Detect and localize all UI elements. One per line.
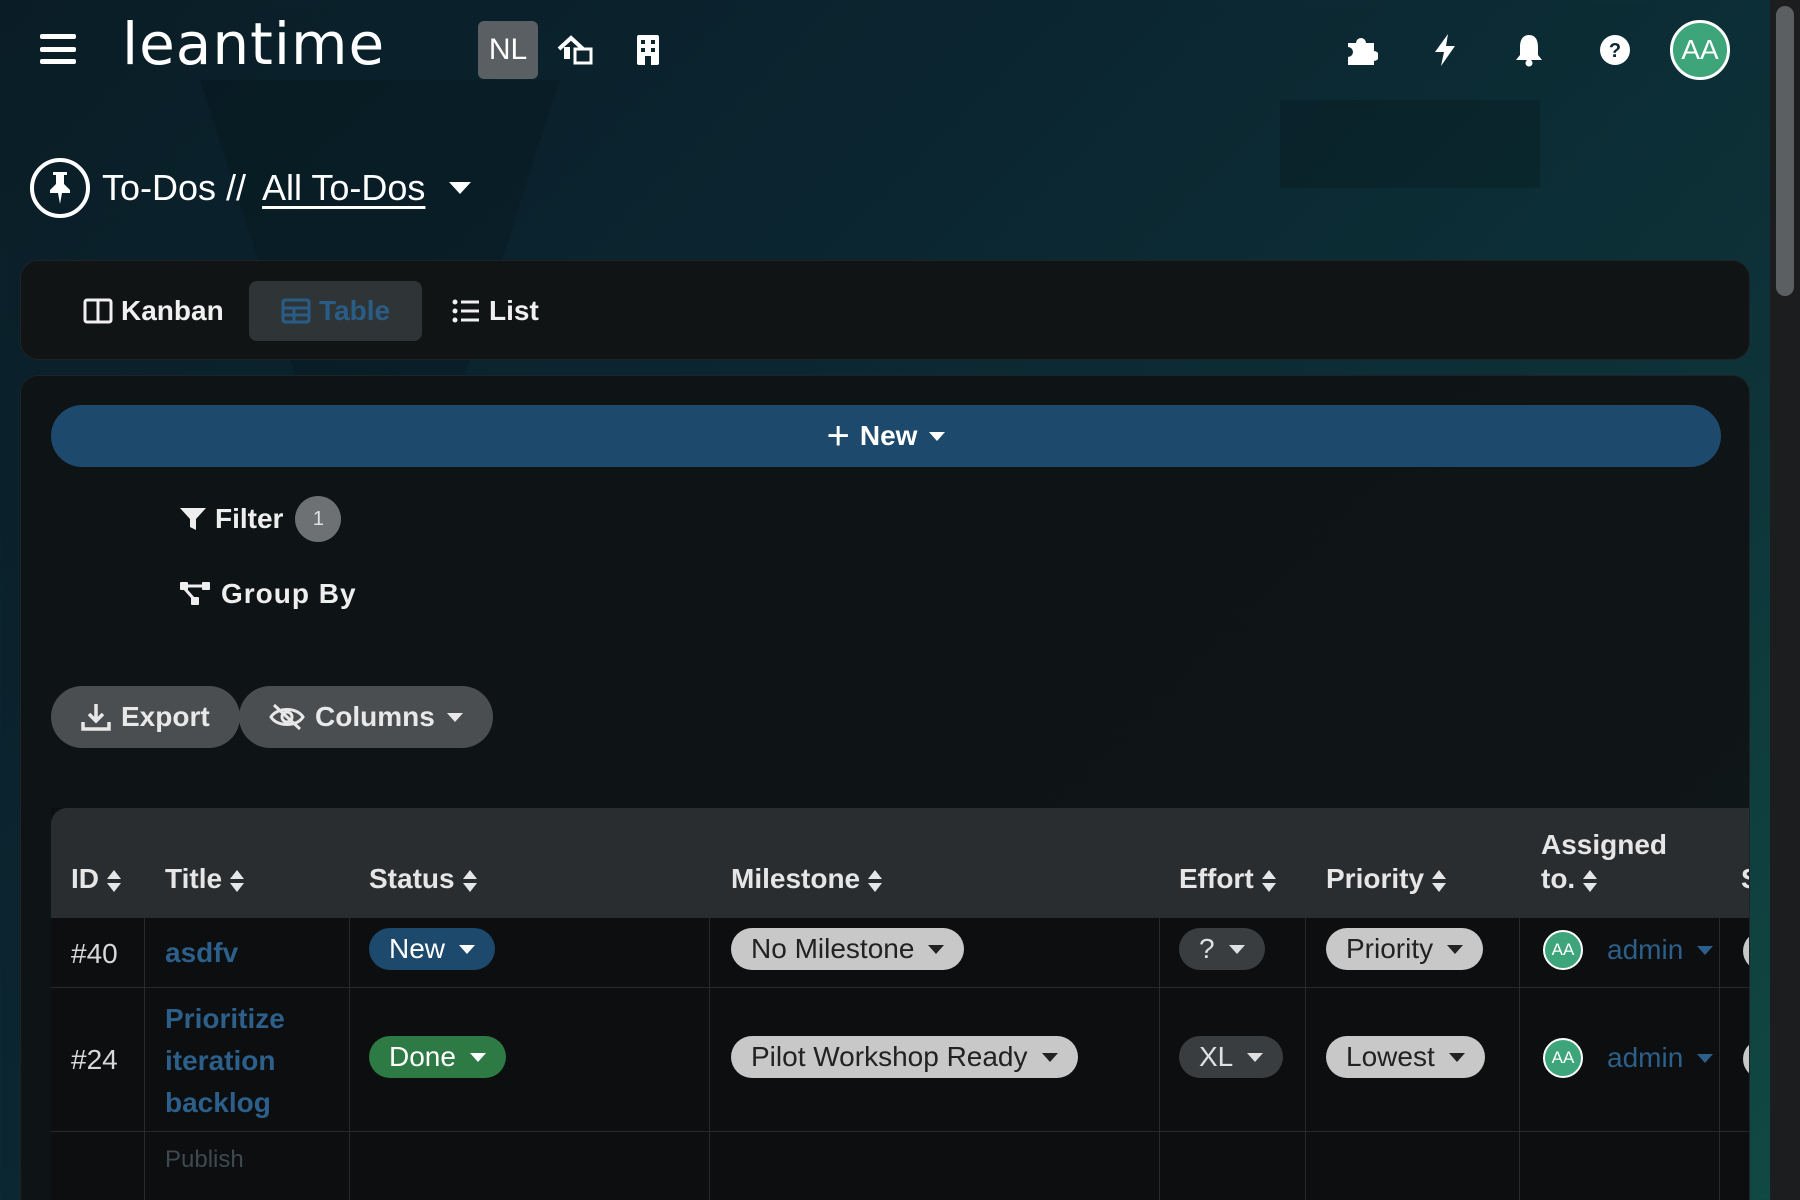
milestone-dropdown[interactable]: Pilot Workshop Ready [731, 1036, 1078, 1078]
columns-label: Columns [315, 701, 435, 732]
table-icon [281, 298, 311, 324]
tab-table[interactable]: Table [249, 281, 423, 341]
table-row: #40 asdfv New No Milestone ? Priority AA… [51, 918, 1749, 988]
tab-kanban[interactable]: Kanban [51, 281, 256, 341]
group-by-button[interactable]: Group By [179, 572, 357, 616]
new-todo-button[interactable]: + New [51, 405, 1721, 467]
group-by-label: Group By [221, 578, 357, 609]
priority-dropdown[interactable]: Priority [1326, 928, 1484, 970]
assignee-dropdown[interactable]: AA admin [1543, 1038, 1714, 1078]
todos-table: ID Title Status Milestone Effort Priorit… [51, 808, 1749, 1200]
breadcrumb-section: To-Dos // [102, 167, 247, 208]
columns-button[interactable]: Columns [239, 686, 493, 748]
filter-count-badge: 1 [295, 496, 342, 542]
table-header: ID Title Status Milestone Effort Priorit… [51, 808, 1749, 918]
tab-label: Table [319, 295, 391, 326]
chevron-down-icon [1448, 1052, 1465, 1062]
eye-slash-icon [269, 703, 305, 731]
effort-dropdown[interactable]: XL [1179, 1036, 1284, 1078]
chevron-down-icon [469, 1052, 486, 1062]
column-header-milestone[interactable]: Milestone [731, 862, 883, 896]
chevron-down-icon [1697, 945, 1714, 955]
next-column-chip[interactable] [1743, 1039, 1749, 1079]
milestone-dropdown[interactable]: No Milestone [731, 928, 965, 970]
export-button[interactable]: Export [51, 686, 240, 748]
column-header-effort[interactable]: Effort [1179, 862, 1276, 896]
sort-icon [1261, 869, 1276, 892]
todos-panel: + New Filter 1 Group By Export Columns I… [20, 375, 1750, 1200]
tab-label: List [489, 295, 539, 326]
filter-button[interactable]: Filter 1 [179, 494, 342, 544]
chevron-down-icon [1697, 1053, 1714, 1063]
column-header-assigned[interactable]: Assigned to. [1541, 828, 1667, 896]
project-switcher-button[interactable]: NL [478, 21, 538, 79]
list-icon [452, 299, 479, 323]
avatar: AA [1543, 1038, 1583, 1078]
page-scrollbar[interactable] [1770, 0, 1800, 1200]
chevron-down-icon [929, 431, 946, 441]
new-label: New [859, 420, 918, 451]
chevron-down-icon [459, 944, 476, 954]
column-header-title[interactable]: Title [165, 862, 245, 896]
filter-icon [180, 508, 206, 530]
sort-icon [462, 869, 477, 892]
sort-icon [868, 869, 883, 892]
kanban-icon [83, 298, 113, 324]
tab-list[interactable]: List [419, 281, 571, 341]
sort-icon [1432, 869, 1447, 892]
table-row: Publish [51, 1132, 1749, 1200]
puzzle-icon[interactable] [1341, 30, 1381, 70]
bolt-icon[interactable] [1425, 30, 1465, 70]
row-title-link[interactable]: asdfv [165, 932, 238, 974]
column-header-next[interactable]: S [1741, 862, 1749, 896]
column-header-id[interactable]: ID [71, 862, 121, 896]
plus-icon: + [826, 414, 850, 458]
next-column-chip[interactable] [1743, 931, 1749, 971]
user-avatar[interactable]: AA [1670, 20, 1730, 80]
sort-icon [1583, 869, 1598, 892]
download-icon [81, 704, 111, 731]
sort-icon [230, 869, 245, 892]
chevron-down-icon[interactable] [449, 182, 472, 194]
status-dropdown[interactable]: Done [369, 1036, 506, 1078]
svg-text:?: ? [1609, 40, 1621, 62]
home-swap-icon[interactable] [555, 30, 595, 70]
bell-icon[interactable] [1509, 30, 1549, 70]
table-row: #24 Prioritize iteration backlog Done Pi… [51, 988, 1749, 1132]
filter-label: Filter [215, 503, 284, 534]
pin-icon [30, 158, 90, 218]
chevron-down-icon [1247, 1052, 1264, 1062]
help-icon[interactable]: ? [1595, 30, 1635, 70]
chevron-down-icon [1228, 944, 1245, 954]
menu-icon[interactable] [40, 34, 76, 64]
effort-dropdown[interactable]: ? [1179, 928, 1265, 970]
building-icon[interactable] [628, 30, 668, 70]
row-id: #40 [71, 938, 118, 969]
scrollbar-thumb[interactable] [1776, 6, 1794, 296]
export-label: Export [121, 701, 210, 732]
sort-icon [107, 869, 121, 892]
hierarchy-icon [180, 582, 210, 605]
top-header: leantime NL ? AA [0, 0, 1770, 100]
avatar: AA [1543, 930, 1583, 970]
view-tabs: Kanban Table List [20, 260, 1750, 360]
tab-label: Kanban [121, 295, 224, 326]
breadcrumb: To-Dos // All To-Dos [30, 158, 472, 218]
chevron-down-icon [1447, 944, 1464, 954]
breadcrumb-view-link[interactable]: All To-Dos [262, 167, 425, 209]
column-header-priority[interactable]: Priority [1326, 862, 1447, 896]
assignee-dropdown[interactable]: AA admin [1543, 930, 1714, 970]
status-dropdown[interactable]: New [369, 928, 496, 970]
chevron-down-icon [928, 944, 945, 954]
row-id: #24 [71, 1044, 118, 1075]
app-logo[interactable]: leantime [122, 10, 385, 78]
background-shape [1280, 100, 1540, 188]
chevron-down-icon [1041, 1052, 1058, 1062]
row-title-link[interactable]: Prioritize iteration backlog [165, 998, 285, 1124]
row-title-link[interactable]: Publish [165, 1146, 244, 1174]
column-header-status[interactable]: Status [369, 862, 477, 896]
chevron-down-icon [446, 712, 463, 722]
priority-dropdown[interactable]: Lowest [1326, 1036, 1485, 1078]
